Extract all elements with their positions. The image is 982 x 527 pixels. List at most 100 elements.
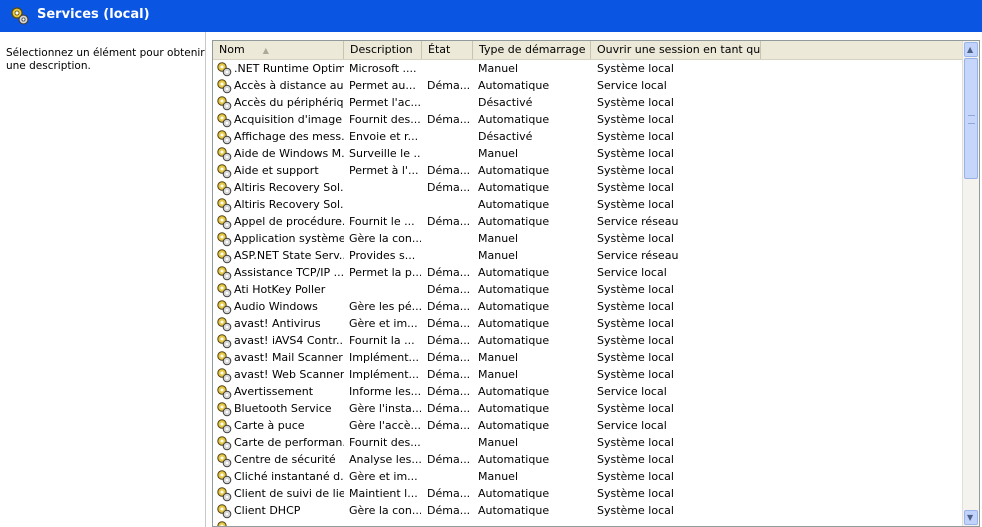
scroll-down-button[interactable]: ▼ [964, 510, 978, 525]
service-row[interactable]: avast! Web Scanner Implément... Déma... Man… [213, 366, 965, 383]
service-name: avast! iAVS4 Contr... [234, 334, 344, 347]
service-name: Assistance TCP/IP ... [234, 266, 344, 279]
service-name: avast! Antivirus [234, 317, 321, 330]
service-row[interactable]: avast! Antivirus Gère et im... Déma... Auto… [213, 315, 965, 332]
service-row[interactable]: avast! Mail Scanner Implément... Déma... Ma… [213, 349, 965, 366]
service-row[interactable]: Client de suivi de lie... Maintient l... D… [213, 485, 965, 502]
service-state: Déma... [427, 334, 471, 347]
service-state: Déma... [427, 453, 471, 466]
service-name: .NET Runtime Optim... [234, 62, 344, 75]
service-row[interactable]: Carte à puce Gère l'accè... Déma... Automat… [213, 417, 965, 434]
service-row[interactable]: Affichage des mess... Envoie et r... Désac… [213, 128, 965, 145]
service-row[interactable]: Altiris Recovery Sol... Automatique Systèm… [213, 196, 965, 213]
gears-icon [217, 113, 232, 128]
service-description: Implément... [349, 351, 420, 364]
sort-ascending-icon: ▲ [262, 46, 269, 55]
service-state: Déma... [427, 351, 471, 364]
service-name: Affichage des mess... [234, 130, 344, 143]
service-startup-type: Automatique [478, 504, 550, 517]
gears-icon [217, 487, 232, 502]
service-row[interactable]: Centre de sécurité Analyse les... Déma... A… [213, 451, 965, 468]
service-description: Permet à l'... [349, 164, 419, 177]
service-logon-as: Service local [597, 419, 667, 432]
service-name: avast! Web Scanner [234, 368, 344, 381]
service-row[interactable]: Appel de procédure... Fournit le ... Déma.… [213, 213, 965, 230]
scroll-up-button[interactable]: ▲ [964, 42, 978, 57]
service-row[interactable]: avast! iAVS4 Contr... Fournit la ... Déma.… [213, 332, 965, 349]
column-header-logon-as[interactable]: Ouvrir une session en tant que [591, 41, 761, 59]
service-row[interactable]: Altiris Recovery Sol... Déma... Automatiqu… [213, 179, 965, 196]
service-state: Déma... [427, 402, 471, 415]
service-state: Déma... [427, 504, 471, 517]
service-row[interactable]: Assistance TCP/IP ... Permet la p... Déma.… [213, 264, 965, 281]
service-startup-type: Automatique [478, 419, 550, 432]
service-state: Déma... [427, 113, 471, 126]
service-state: Déma... [427, 79, 471, 92]
column-header: Nom ▲ Description État Type de démarrage … [213, 41, 965, 60]
service-row[interactable]: Audio Windows Gère les pé... Déma... Automa… [213, 298, 965, 315]
service-description: Gère et im... [349, 470, 418, 483]
column-header-startup-type[interactable]: Type de démarrage [473, 41, 591, 59]
gears-icon [217, 232, 232, 247]
service-row[interactable]: Acquisition d'image ... Fournit des... Dém… [213, 111, 965, 128]
gears-icon [217, 521, 227, 526]
column-header-description[interactable]: Description [344, 41, 422, 59]
service-logon-as: Système local [597, 436, 674, 449]
service-row[interactable]: Accès du périphériq... Permet l'ac... Désa… [213, 94, 965, 111]
service-logon-as: Système local [597, 164, 674, 177]
service-row[interactable]: Accès à distance au... Permet au... Déma..… [213, 77, 965, 94]
service-row[interactable]: Cliché instantané d... Gère et im... Manue… [213, 468, 965, 485]
service-logon-as: Système local [597, 470, 674, 483]
gears-icon [217, 453, 232, 468]
service-name: Carte à puce [234, 419, 305, 432]
service-logon-as: Service local [597, 266, 667, 279]
service-name: Centre de sécurité [234, 453, 336, 466]
service-description: Maintient l... [349, 487, 418, 500]
rows-container: .NET Runtime Optim... Microsoft .... Manue… [213, 60, 965, 526]
service-logon-as: Système local [597, 504, 674, 517]
service-description: Surveille le ... [349, 147, 421, 160]
service-description: Provides s... [349, 249, 416, 262]
service-row[interactable]: Avertissement Informe les... Déma... Automa… [213, 383, 965, 400]
scroll-down-arrow-icon: ▼ [967, 513, 974, 522]
service-name: Avertissement [234, 385, 314, 398]
service-row[interactable]: Bluetooth Service Gère l'insta... Déma... A… [213, 400, 965, 417]
column-header-state[interactable]: État [422, 41, 473, 59]
service-state: Déma... [427, 181, 471, 194]
service-description: Fournit des... [349, 113, 421, 126]
column-header-name[interactable]: Nom ▲ [213, 41, 344, 59]
service-startup-type: Manuel [478, 232, 518, 245]
service-name: Acquisition d'image ... [234, 113, 344, 126]
gears-icon [217, 249, 232, 264]
description-text: Sélectionnez un élément pour obtenir une… [6, 47, 205, 72]
vertical-scrollbar[interactable]: ▲ ▼ [962, 41, 979, 526]
service-row[interactable]: Carte de performan... Fournit des... Manue… [213, 434, 965, 451]
service-description: Implément... [349, 368, 420, 381]
service-logon-as: Système local [597, 300, 674, 313]
gears-icon [217, 368, 232, 383]
service-row[interactable]: ASP.NET State Serv... Provides s... Manuel… [213, 247, 965, 264]
service-description: Permet au... [349, 79, 416, 92]
service-row[interactable]: Application système... Gère la con... Manu… [213, 230, 965, 247]
service-logon-as: Système local [597, 181, 674, 194]
services-list[interactable]: Nom ▲ Description État Type de démarrage … [212, 40, 980, 527]
service-logon-as: Système local [597, 113, 674, 126]
service-state: Déma... [427, 385, 471, 398]
service-startup-type: Manuel [478, 436, 518, 449]
service-logon-as: Système local [597, 368, 674, 381]
service-row[interactable]: Aide de Windows M... Surveille le ... Manu… [213, 145, 965, 162]
service-state: Déma... [427, 283, 471, 296]
service-row[interactable]: Aide et support Permet à l'... Déma... Auto… [213, 162, 965, 179]
service-row[interactable] [213, 519, 965, 526]
service-row[interactable]: Ati HotKey Poller Déma... Automatique Systè… [213, 281, 965, 298]
scroll-thumb[interactable] [964, 58, 978, 179]
service-startup-type: Automatique [478, 181, 550, 194]
service-state: Déma... [427, 266, 471, 279]
service-row[interactable]: .NET Runtime Optim... Microsoft .... Manue… [213, 60, 965, 77]
service-row[interactable]: Client DHCP Gère la con... Déma... Automati… [213, 502, 965, 519]
column-header-name-label: Nom [219, 43, 245, 56]
service-logon-as: Système local [597, 147, 674, 160]
service-name: Aide et support [234, 164, 319, 177]
service-startup-type: Désactivé [478, 96, 533, 109]
service-description: Fournit des... [349, 436, 421, 449]
